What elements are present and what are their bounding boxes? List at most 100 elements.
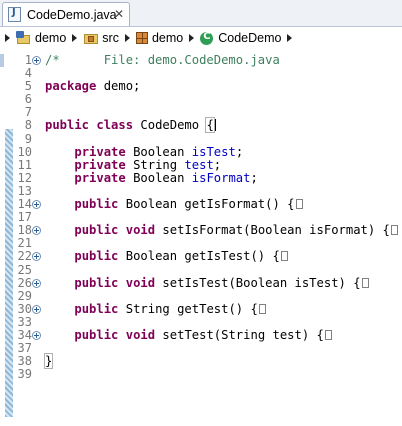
code-token: ; [213, 157, 222, 172]
line-number: 25 [17, 262, 32, 277]
code-text: public void setTest(String test) { [45, 327, 332, 342]
code-token: String getTest() { [118, 301, 258, 316]
code-line[interactable]: 39 [0, 368, 402, 381]
expand-fold-icon[interactable] [32, 304, 41, 314]
code-token: public [74, 249, 119, 264]
code-token: /* File: demo.CodeDemo.java [45, 53, 280, 67]
class-icon [200, 31, 214, 45]
breadcrumb-arrow-icon[interactable] [5, 34, 10, 42]
editor-tab-codedemo[interactable]: CodeDemo.java ✕ [2, 2, 130, 26]
text-cursor [214, 119, 216, 132]
code-line[interactable]: 26 public void setIsTest(Boolean isTest)… [0, 275, 402, 290]
code-token: public [74, 327, 119, 342]
line-number: 33 [17, 314, 32, 329]
code-line[interactable]: 6 [0, 93, 402, 106]
breadcrumb-item-project[interactable]: demo [16, 27, 66, 49]
code-line[interactable]: 34 public void setTest(String test) { [0, 327, 402, 342]
breadcrumb-arrow-icon[interactable] [124, 34, 130, 42]
folded-code-marker[interactable] [280, 251, 288, 262]
breadcrumb-label: demo [35, 31, 67, 45]
breadcrumb-item-src[interactable]: src [83, 27, 119, 49]
expand-fold-icon[interactable] [32, 226, 41, 236]
code-token: private [74, 157, 126, 172]
folded-code-marker[interactable] [258, 303, 266, 314]
code-text: } [43, 353, 54, 370]
line-number: 30 [17, 301, 32, 316]
code-token: package [45, 79, 97, 94]
code-text: public String getTest() { [45, 301, 266, 316]
java-file-icon [8, 7, 21, 22]
breadcrumb-item-package[interactable]: demo [135, 27, 184, 49]
code-text: /* File: demo.CodeDemo.java [45, 53, 280, 67]
folded-code-marker[interactable] [361, 277, 369, 288]
code-line[interactable]: 22 public Boolean getIsTest() { [0, 250, 402, 263]
package-icon [135, 32, 148, 44]
code-token: private [74, 144, 126, 159]
breadcrumb-arrow-icon[interactable] [72, 34, 78, 42]
code-editor[interactable]: 1/* File: demo.CodeDemo.java 4 5 package de… [0, 49, 402, 426]
line-number: 12 [17, 170, 32, 185]
code-token: class [96, 118, 134, 133]
expand-fold-icon[interactable] [32, 278, 41, 288]
editor-tab-bar: CodeDemo.java ✕ [0, 0, 402, 27]
line-number: 11 [17, 157, 32, 172]
code-token: public [74, 275, 119, 290]
code-token: ; [250, 170, 258, 185]
breadcrumb-label: src [102, 31, 119, 45]
code-token: void [125, 275, 156, 290]
code-text: public class CodeDemo { [45, 117, 216, 134]
expand-fold-icon[interactable] [32, 200, 41, 210]
code-token: Boolean [125, 144, 192, 159]
code-token: Boolean getIsTest() { [118, 249, 280, 264]
code-line[interactable]: 12 private Boolean isFormat; [0, 170, 402, 185]
code-token: } [43, 353, 54, 370]
source-folder-icon [83, 31, 99, 45]
folded-code-marker[interactable] [324, 329, 332, 340]
breadcrumb-label: CodeDemo [218, 31, 282, 45]
code-token: CodeDemo [133, 118, 207, 133]
line-number: 10 [17, 144, 32, 159]
line-number: 29 [17, 288, 32, 303]
code-line[interactable]: 37 [0, 341, 402, 355]
breadcrumb-label: demo [151, 31, 184, 45]
code-line[interactable]: 1/* File: demo.CodeDemo.java [0, 53, 402, 67]
java-project-icon [16, 31, 32, 45]
breadcrumb-arrow-icon[interactable] [287, 34, 293, 42]
code-token: public [74, 223, 119, 238]
code-line[interactable]: 8 public class CodeDemo { [0, 117, 402, 134]
code-token: isTest [191, 144, 236, 159]
close-tab-icon[interactable]: ✕ [114, 7, 124, 21]
code-line[interactable]: 14 public Boolean getIsFormat() { [0, 197, 402, 211]
code-token: void [125, 223, 156, 238]
line-number: 9 [24, 131, 32, 146]
code-text: public Boolean getIsTest() { [45, 250, 288, 263]
line-number: 22 [17, 249, 32, 264]
code-token: setIsTest(Boolean isTest) { [155, 275, 361, 290]
code-token: void [125, 327, 156, 342]
breadcrumb-item-class[interactable]: CodeDemo [200, 27, 281, 49]
expand-fold-icon[interactable] [32, 330, 41, 340]
breadcrumb-arrow-icon[interactable] [189, 34, 195, 42]
folded-code-marker[interactable] [390, 225, 398, 236]
code-token: private [74, 170, 126, 185]
code-line[interactable]: 30 public String getTest() { [0, 301, 402, 316]
code-line[interactable]: 5 package demo; [0, 80, 402, 93]
code-text: package demo; [45, 80, 140, 93]
expand-fold-icon[interactable] [32, 252, 41, 262]
line-number: 8 [24, 118, 32, 133]
code-token: String [125, 157, 185, 172]
expand-fold-icon[interactable] [32, 56, 41, 65]
code-token: public [45, 118, 90, 133]
code-line[interactable]: 18 public void setIsFormat(Boolean isFor… [0, 224, 402, 237]
code-token: isFormat [191, 170, 251, 185]
code-text: public void setIsTest(Boolean isTest) { [45, 275, 369, 290]
code-line[interactable]: 38} [0, 353, 402, 370]
folded-code-marker[interactable] [295, 199, 303, 210]
